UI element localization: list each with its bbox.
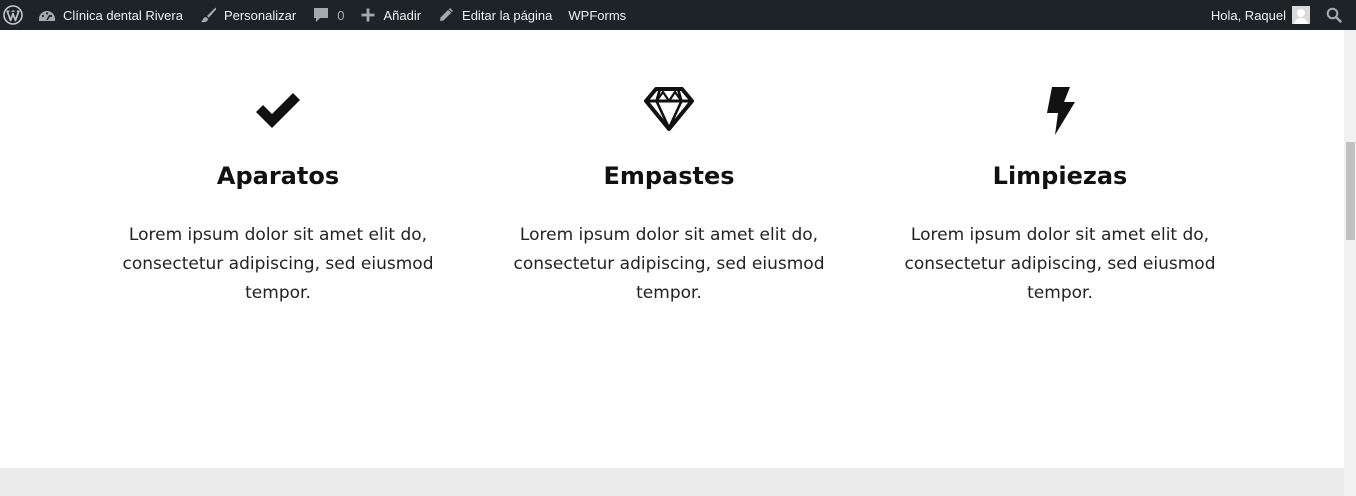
comment-icon [312, 6, 330, 24]
site-name-menu[interactable]: Clínica dental Rivera [30, 0, 191, 30]
checkmark-icon [252, 86, 304, 134]
service-title: Empastes [603, 162, 735, 190]
search-button[interactable] [1318, 0, 1356, 30]
service-description: Lorem ipsum dolor sit amet elit do, cons… [513, 225, 825, 303]
customize-label: Personalizar [223, 7, 297, 23]
comments-menu[interactable]: 0 [304, 0, 352, 30]
my-account-menu[interactable]: Hola, Raquel [1203, 0, 1318, 30]
next-section [0, 468, 1344, 496]
wordpress-icon [3, 5, 23, 25]
dashboard-icon [38, 7, 56, 23]
service-description: Lorem ipsum dolor sit amet elit do, cons… [122, 225, 434, 303]
wpforms-menu[interactable]: WPForms [560, 0, 634, 30]
plus-icon [360, 7, 376, 23]
page-scrollbar[interactable] [1344, 30, 1356, 496]
search-icon [1326, 7, 1342, 23]
wordpress-menu[interactable] [0, 0, 30, 30]
service-title: Aparatos [216, 162, 340, 190]
service-description: Lorem ipsum dolor sit amet elit do, cons… [904, 225, 1216, 303]
wp-admin-bar: Clínica dental Rivera Personalizar 0 Aña… [0, 0, 1356, 30]
brush-icon [199, 6, 217, 24]
avatar [1292, 6, 1310, 24]
admin-bar-right: Hola, Raquel [1203, 0, 1356, 30]
scrollbar-thumb[interactable] [1346, 142, 1355, 240]
admin-bar-left: Clínica dental Rivera Personalizar 0 Aña… [0, 0, 634, 30]
wpforms-label: WPForms [568, 7, 627, 23]
service-title: Limpiezas [992, 162, 1128, 190]
lightning-icon [1043, 86, 1077, 135]
diamond-icon [644, 86, 694, 134]
comments-count: 0 [337, 7, 345, 23]
services-section: Aparatos Lorem ipsum dolor sit amet elit… [0, 30, 1344, 468]
pencil-icon [437, 6, 455, 24]
edit-page-label: Editar la página [462, 7, 553, 23]
new-content-menu[interactable]: Añadir [352, 0, 429, 30]
new-content-label: Añadir [383, 7, 422, 23]
customize-menu[interactable]: Personalizar [191, 0, 304, 30]
site-name-label: Clínica dental Rivera [63, 7, 183, 23]
edit-page-menu[interactable]: Editar la página [429, 0, 560, 30]
greeting-label: Hola, Raquel [1210, 7, 1286, 23]
